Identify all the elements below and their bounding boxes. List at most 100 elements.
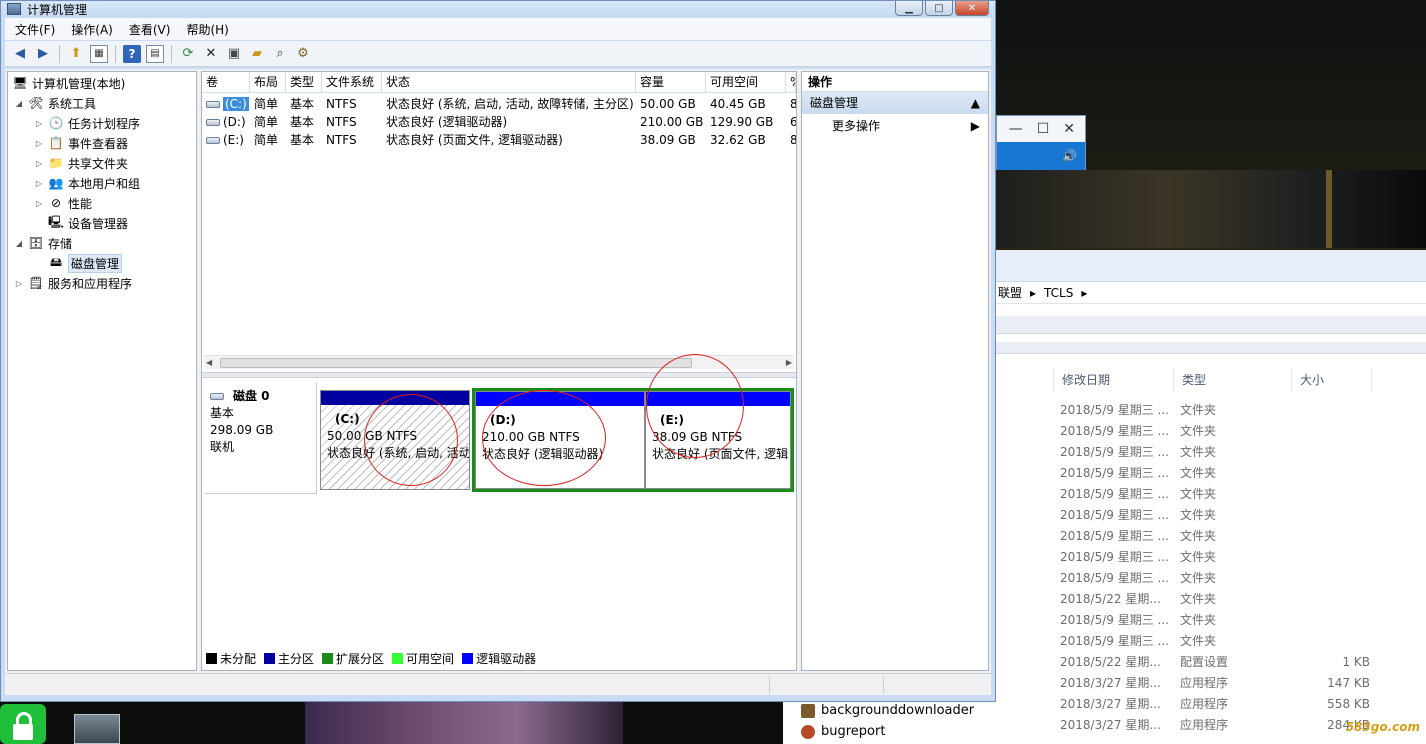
tree-item-shared-folders[interactable]: ▷ 📁 共享文件夹 <box>34 153 128 173</box>
tree-item-system-tools[interactable]: ◢ 🛠 系统工具 <box>14 93 96 113</box>
title-bar[interactable]: 计算机管理 <box>1 1 995 17</box>
list-item[interactable]: 2018/5/9 星期三 ... 文件夹 <box>1060 505 1426 526</box>
list-item[interactable]: bugreport <box>783 721 996 742</box>
volume-capacity: 50.00 GB <box>640 97 696 111</box>
list-item[interactable]: 2018/5/9 星期三 ... 文件夹 <box>1060 547 1426 568</box>
column-free-space[interactable]: 可用空间 <box>706 72 786 93</box>
chevron-right-icon[interactable]: ▷ <box>34 159 44 168</box>
tree-item-root[interactable]: 🖥 计算机管理(本地) <box>12 73 125 93</box>
scroll-right-icon[interactable]: ▶ <box>786 356 792 370</box>
menu-action[interactable]: 操作(A) <box>71 21 113 38</box>
tree-item-event-viewer[interactable]: ▷ 📋 事件查看器 <box>34 133 128 153</box>
breadcrumb-item[interactable]: 联盟 <box>998 284 1022 301</box>
computer-icon: 🖥 <box>12 76 28 90</box>
event-log-icon: 📋 <box>48 136 64 150</box>
settings-icon[interactable]: ⚙ <box>294 45 312 63</box>
menu-help[interactable]: 帮助(H) <box>186 21 228 38</box>
collapse-icon[interactable]: ▲ <box>971 92 980 114</box>
expand-icon[interactable]: ◢ <box>14 239 24 248</box>
minimize-icon[interactable]: — <box>1009 121 1023 137</box>
column-layout[interactable]: 布局 <box>250 72 286 93</box>
column-size[interactable]: 大小 <box>1292 368 1372 392</box>
more-actions-item[interactable]: 更多操作 ▶ <box>802 114 988 138</box>
list-item[interactable]: 2018/5/9 星期三 ... 文件夹 <box>1060 400 1426 421</box>
tree-item-disk-management[interactable]: 🖴 磁盘管理 <box>34 253 123 273</box>
column-volume[interactable]: 卷 <box>202 72 250 93</box>
tree-item-local-users[interactable]: ▷ 👥 本地用户和组 <box>34 173 140 193</box>
list-item[interactable]: 2018/5/9 星期三 ... 文件夹 <box>1060 631 1426 652</box>
column-type[interactable]: 类型 <box>286 72 322 93</box>
list-item[interactable]: 2018/5/9 星期三 ... 文件夹 <box>1060 442 1426 463</box>
list-item[interactable]: 2018/3/27 星期... 应用程序 558 KB <box>1060 694 1426 715</box>
menu-view[interactable]: 查看(V) <box>129 21 171 38</box>
list-item[interactable]: 2018/5/9 星期三 ... 文件夹 <box>1060 421 1426 442</box>
help-icon[interactable]: ? <box>123 44 141 63</box>
chevron-right-icon[interactable]: ▷ <box>14 279 24 288</box>
column-percent[interactable]: % <box>786 72 796 93</box>
forward-icon[interactable]: ▶ <box>34 45 52 63</box>
column-status[interactable]: 状态 <box>382 72 636 93</box>
close-icon[interactable]: ✕ <box>1063 121 1075 137</box>
device-manager-icon: 🖳 <box>48 214 65 229</box>
tree-item-services[interactable]: ▷ 🗒 服务和应用程序 <box>14 273 132 293</box>
tree-item-task-scheduler[interactable]: ▷ 🕒 任务计划程序 <box>34 113 140 133</box>
volume-row[interactable]: (E:) 简单 基本 NTFS 状态良好 (页面文件, 逻辑驱动器) 38.09 GB 32… <box>202 131 796 149</box>
search-icon[interactable]: ⌕ <box>271 45 289 63</box>
open-icon[interactable]: ▰ <box>248 45 266 63</box>
properties-icon[interactable]: ▣ <box>225 45 243 63</box>
column-type[interactable]: 类型 <box>1174 368 1292 392</box>
scroll-left-icon[interactable]: ◀ <box>206 356 212 370</box>
column-date[interactable]: 修改日期 <box>1054 368 1174 392</box>
breadcrumb-item[interactable]: TCLS <box>1044 286 1073 300</box>
properties-pane-icon[interactable]: ▤ <box>146 44 164 63</box>
background-mini-window[interactable]: — ☐ ✕ 🔊 <box>996 115 1086 170</box>
delete-icon[interactable]: ✕ <box>202 45 220 63</box>
list-item[interactable]: 2018/5/22 星期... 文件夹 <box>1060 589 1426 610</box>
tree-item-device-manager[interactable]: 🖳 设备管理器 <box>34 213 128 233</box>
column-filesystem[interactable]: 文件系统 <box>322 72 382 93</box>
chevron-right-icon[interactable]: ▷ <box>34 119 44 128</box>
file-size <box>1298 526 1370 547</box>
expand-icon[interactable]: ◢ <box>14 99 24 108</box>
close-button[interactable]: ✕ <box>955 1 989 16</box>
file-size <box>1298 610 1370 631</box>
minimize-button[interactable]: ▁ <box>895 1 923 16</box>
up-icon[interactable]: ⬆ <box>67 45 85 63</box>
back-icon[interactable]: ◀ <box>11 45 29 63</box>
tree-item-storage[interactable]: ◢ 🗄 存储 <box>14 233 72 253</box>
menu-file[interactable]: 文件(F) <box>15 21 55 38</box>
annotation-circle <box>646 354 744 458</box>
lock-icon[interactable] <box>0 704 46 744</box>
refresh-icon[interactable]: ⟳ <box>179 45 197 63</box>
drive-icon <box>206 101 220 108</box>
list-item[interactable]: 2018/5/9 星期三 ... 文件夹 <box>1060 526 1426 547</box>
chevron-right-icon[interactable]: ▷ <box>34 139 44 148</box>
list-item[interactable]: 2018/5/9 星期三 ... 文件夹 <box>1060 568 1426 589</box>
maximize-icon[interactable]: ☐ <box>1037 121 1050 137</box>
volume-free-space: 40.45 GB <box>710 97 766 111</box>
breadcrumb[interactable]: 联盟 ▸ TCLS ▸ <box>996 282 1426 304</box>
tree-item-performance[interactable]: ▷ ⊘ 性能 <box>34 193 92 213</box>
volume-row[interactable]: (C:) 简单 基本 NTFS 状态良好 (系统, 启动, 活动, 故障转储, 主分区)… <box>202 95 796 113</box>
list-item[interactable]: 2018/5/9 星期三 ... 文件夹 <box>1060 463 1426 484</box>
list-item[interactable]: 2018/3/27 星期... 应用程序 147 KB <box>1060 673 1426 694</box>
volume-row[interactable]: (D:) 简单 基本 NTFS 状态良好 (逻辑驱动器) 210.00 GB 129.90 … <box>202 113 796 131</box>
console-tree-icon[interactable]: ▦ <box>90 44 108 63</box>
list-item[interactable]: 2018/5/22 星期... 配置设置 1 KB <box>1060 652 1426 673</box>
chevron-right-icon[interactable]: ▷ <box>34 179 44 188</box>
file-size <box>1298 421 1370 442</box>
list-item[interactable]: backgrounddownloader <box>783 700 996 721</box>
file-type: 文件夹 <box>1180 466 1217 480</box>
chevron-right-icon[interactable]: ▷ <box>34 199 44 208</box>
volume-icon[interactable]: 🔊 <box>1062 149 1077 163</box>
volume-filesystem: NTFS <box>326 133 357 147</box>
scrollbar-thumb[interactable] <box>220 358 692 368</box>
list-item[interactable]: 2018/5/9 星期三 ... 文件夹 <box>1060 484 1426 505</box>
maximize-button[interactable]: □ <box>925 1 953 16</box>
file-date: 2018/5/9 星期三 ... <box>1060 529 1169 543</box>
taskbar-thumbnail[interactable] <box>74 714 120 744</box>
disk-info[interactable]: 磁盘 0 基本 298.09 GB 联机 <box>204 382 317 494</box>
list-item[interactable]: 2018/5/9 星期三 ... 文件夹 <box>1060 610 1426 631</box>
column-capacity[interactable]: 容量 <box>636 72 706 93</box>
actions-section-disk-management[interactable]: 磁盘管理 ▲ <box>802 92 988 114</box>
